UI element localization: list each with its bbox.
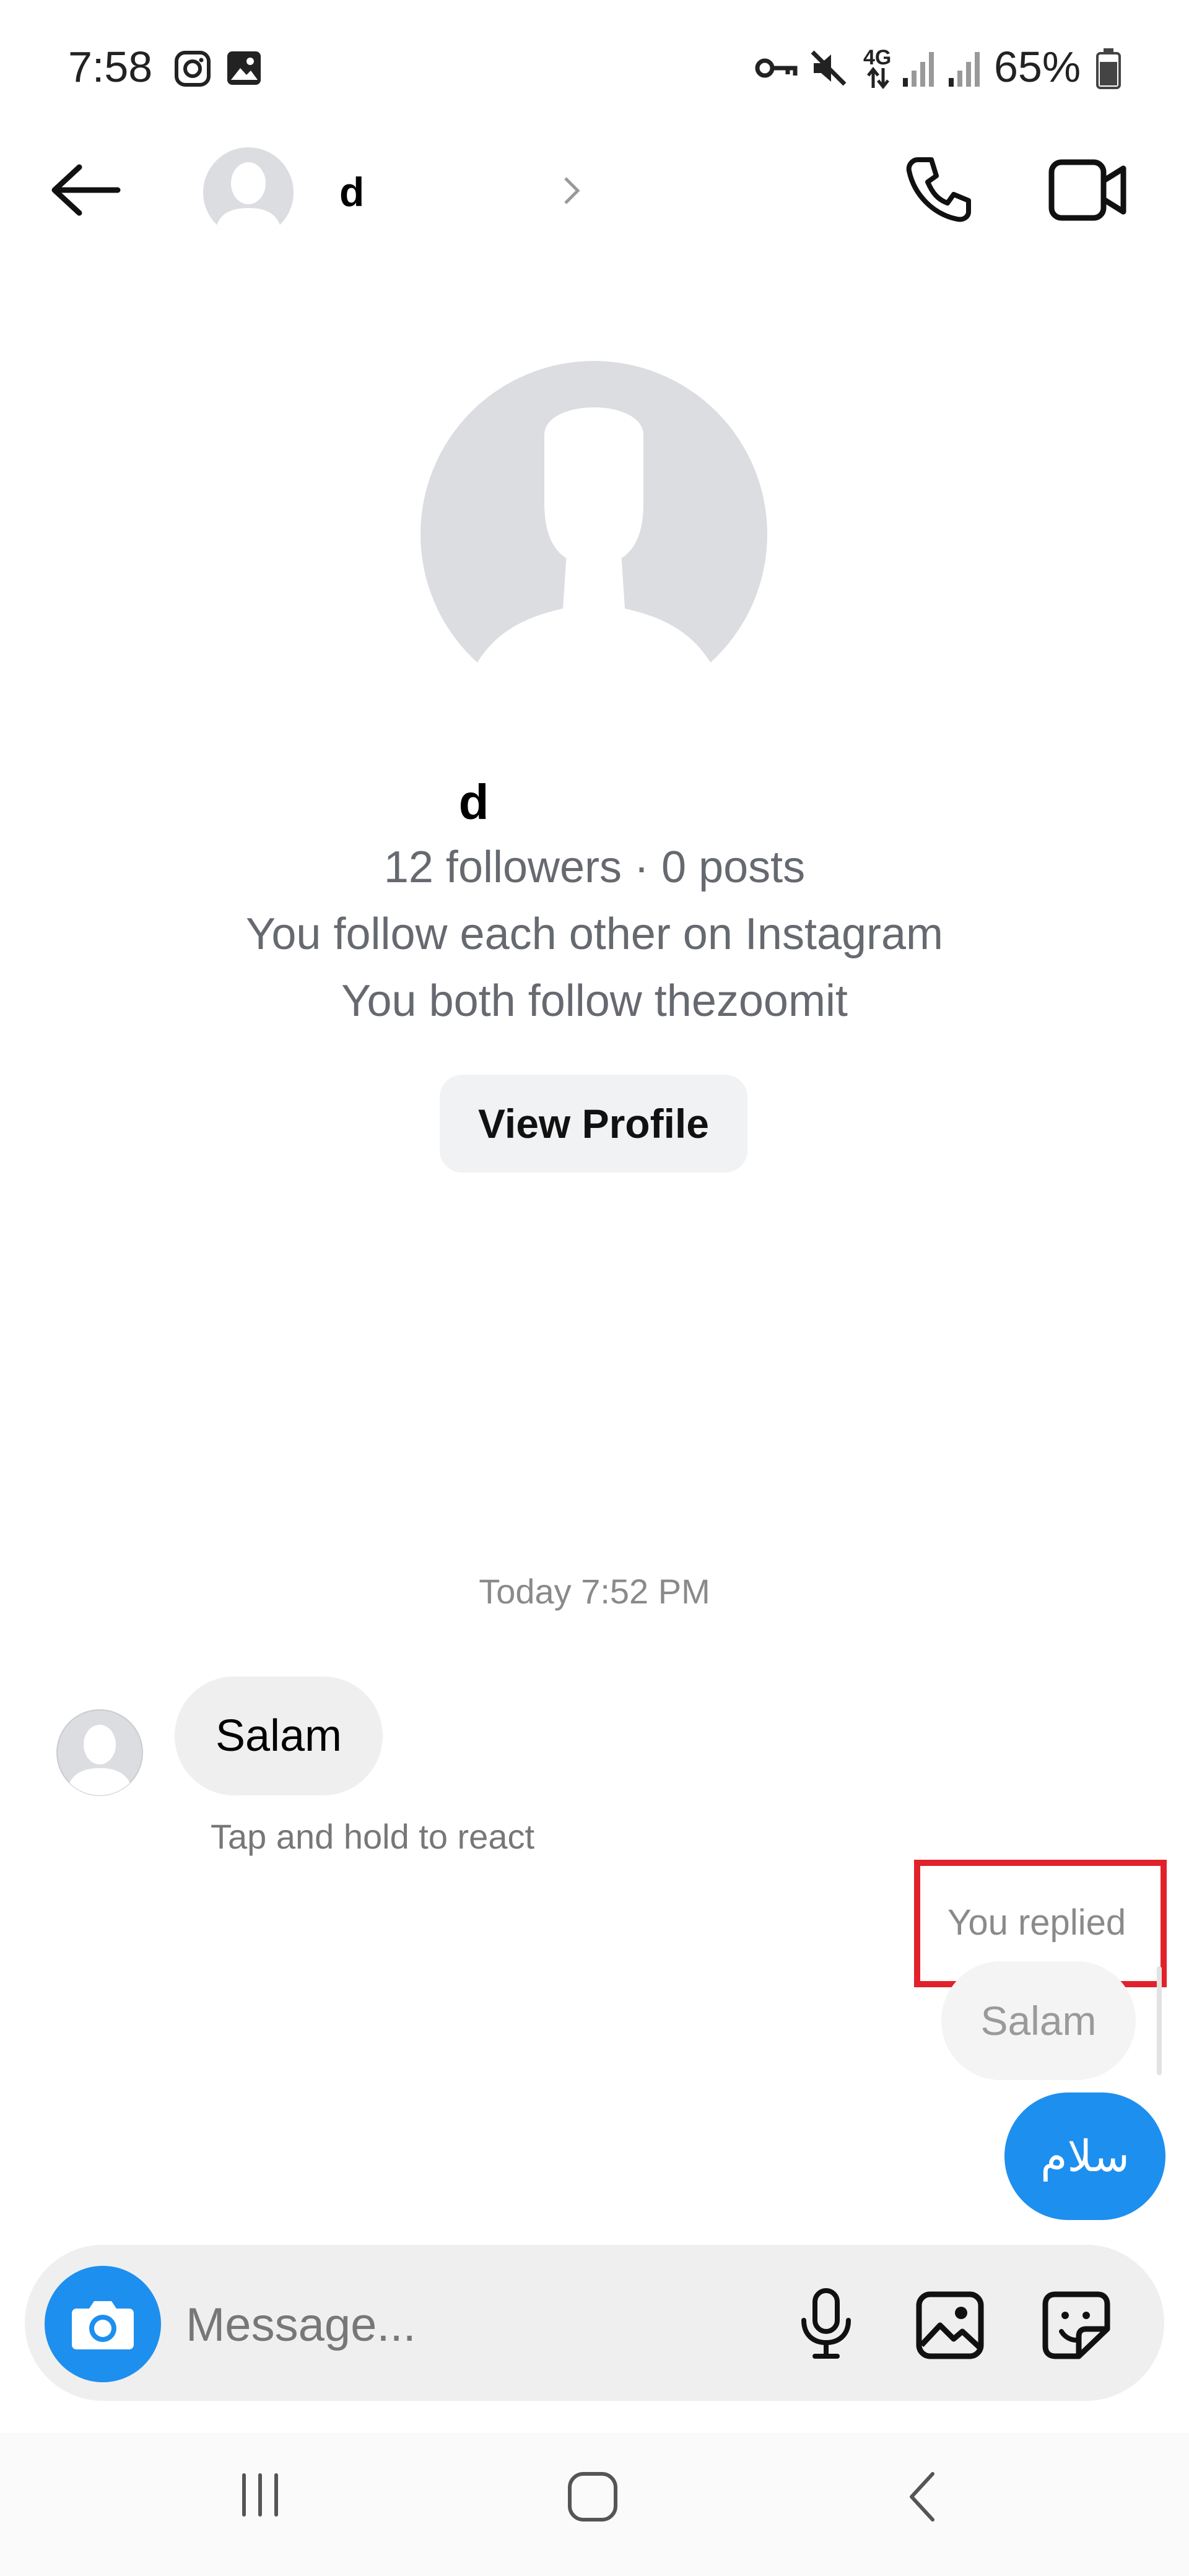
vpn-key-icon xyxy=(754,54,798,82)
message-timestamp: Today 7:52 PM xyxy=(479,1572,710,1611)
back-chevron-icon xyxy=(910,2472,934,2522)
network-type: 4G xyxy=(863,46,892,69)
incoming-message-text: Salam xyxy=(215,1711,342,1761)
back-arrow-icon xyxy=(51,164,121,216)
battery-percentage: 65% xyxy=(994,43,1081,91)
incoming-message-bubble[interactable]: Salam xyxy=(175,1676,383,1795)
message-input[interactable] xyxy=(186,2291,768,2359)
profile-stats: 12 followers · 0 posts xyxy=(383,843,806,892)
microphone-icon xyxy=(801,2288,851,2359)
mute-icon xyxy=(809,48,848,88)
home-button[interactable] xyxy=(566,2470,619,2526)
view-profile-button[interactable]: View Profile xyxy=(440,1075,747,1173)
outgoing-message-bubble[interactable]: سلام xyxy=(1004,2092,1165,2220)
profile-picture[interactable] xyxy=(420,361,767,711)
quoted-message-bubble[interactable]: Salam xyxy=(941,1961,1136,2080)
sticker-button[interactable] xyxy=(1040,2291,1112,2363)
status-time: 7:58 xyxy=(68,43,153,91)
mutual-accounts-text: You both follow thezoomit xyxy=(341,976,848,1026)
data-arrows-icon xyxy=(866,67,891,89)
instagram-icon xyxy=(173,50,212,88)
video-icon xyxy=(1048,159,1126,221)
image-icon xyxy=(916,2291,984,2359)
sender-avatar[interactable] xyxy=(56,1709,144,1800)
recents-button[interactable] xyxy=(235,2470,285,2523)
battery-icon xyxy=(1096,48,1121,89)
microphone-button[interactable] xyxy=(798,2288,855,2363)
signal-icon xyxy=(947,48,985,88)
video-call-button[interactable] xyxy=(1048,156,1128,227)
gallery-icon xyxy=(225,50,263,87)
signal-icon xyxy=(902,48,939,88)
gallery-button[interactable] xyxy=(915,2291,985,2363)
phone-icon xyxy=(906,157,971,222)
outgoing-message-text: سلام xyxy=(1040,2132,1130,2180)
back-nav-button[interactable] xyxy=(904,2469,941,2528)
header-username[interactable]: d xyxy=(339,168,364,215)
back-button[interactable] xyxy=(48,162,123,221)
react-hint: Tap and hold to react xyxy=(211,1817,535,1856)
avatar[interactable] xyxy=(203,147,294,241)
chevron-right-icon[interactable] xyxy=(560,173,583,211)
you-replied-label: You replied xyxy=(947,1902,1126,1943)
camera-icon xyxy=(72,2301,134,2349)
home-icon xyxy=(568,2472,617,2522)
sticker-icon xyxy=(1042,2291,1110,2359)
quote-bar xyxy=(1157,1966,1162,2075)
profile-name: d xyxy=(458,774,489,830)
voice-call-button[interactable] xyxy=(903,154,975,228)
mutual-follow-text: You follow each other on Instagram xyxy=(245,909,944,959)
camera-button[interactable] xyxy=(45,2266,161,2382)
recents-icon xyxy=(242,2473,278,2517)
quoted-message-text: Salam xyxy=(980,1998,1097,2044)
